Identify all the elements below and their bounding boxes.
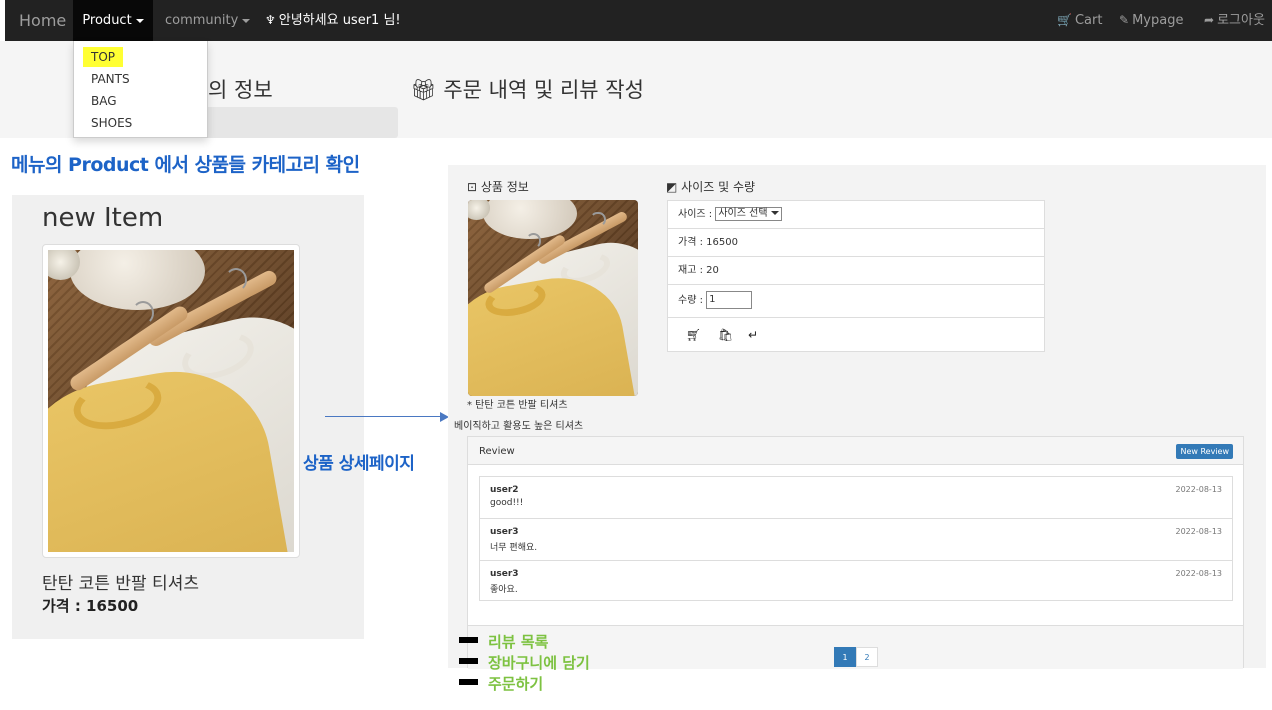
review-user: user2 xyxy=(490,485,519,495)
review-user: user3 xyxy=(490,527,519,537)
page-button-1[interactable]: 1 xyxy=(834,647,856,667)
review-date: 2022-08-13 xyxy=(1175,485,1223,494)
package-icon: ⊡ xyxy=(467,180,481,194)
nav-cart-link[interactable]: 🛒 Cart xyxy=(1057,0,1102,41)
leaf-icon: ♆ xyxy=(265,13,276,27)
nav-greeting: ♆ 안녕하세요 user1 님! xyxy=(265,0,401,41)
product-detail-page: ⊡ 상품 정보 ◩ 사이즈 및 수량 * 탄탄 코튼 반팔 티셔츠 베이직하고 … xyxy=(448,165,1266,669)
card-section-title: new Item xyxy=(42,203,164,233)
action-row: 🛒︎ 🛍︎ ↵ xyxy=(668,318,1044,352)
detail-product-desc: 베이직하고 활용도 높은 티셔츠 xyxy=(454,421,584,432)
review-date: 2022-08-13 xyxy=(1175,569,1223,578)
legend-marker xyxy=(459,637,478,643)
size-label: 사이즈 : xyxy=(678,209,713,220)
size-select-value: 사이즈 선택 xyxy=(718,208,768,219)
annotation-menu-note: 메뉴의 Product 에서 상품들 카테고리 확인 xyxy=(11,154,360,176)
legend-marker xyxy=(459,679,478,685)
nav-greeting-text: 안녕하세요 user1 님! xyxy=(278,13,401,28)
review-item: user3 좋아요. 2022-08-13 xyxy=(480,561,1232,603)
page-heading-orders: 🎁︎ 주문 내역 및 리뷰 작성 xyxy=(410,74,644,104)
chevron-down-icon xyxy=(770,211,779,215)
section-title-size-text: 사이즈 및 수량 xyxy=(681,180,756,194)
dropdown-item-pants[interactable]: PANTS xyxy=(91,72,130,86)
new-review-button[interactable]: New Review xyxy=(1176,444,1233,459)
legend-label: 주문하기 xyxy=(488,675,544,693)
dropdown-item-shoes[interactable]: SHOES xyxy=(91,116,132,130)
shopping-bag-icon[interactable]: 🛍︎ xyxy=(718,328,733,342)
nav-logout-link[interactable]: ➦ 로그아웃 xyxy=(1204,0,1265,41)
dropdown-item-top[interactable]: TOP xyxy=(83,47,124,67)
quantity-row: 수량 : 1 xyxy=(668,285,1044,318)
review-panel: Review New Review user2 good!!! 2022-08-… xyxy=(467,436,1244,669)
nav-community-label: community xyxy=(165,13,239,28)
product-card[interactable]: new Item 탄탄 코튼 반팔 티셔츠 가격 : 16500 xyxy=(12,195,364,639)
product-dropdown-menu: TOP PANTS BAG SHOES xyxy=(73,41,208,138)
review-panel-header: Review New Review xyxy=(468,437,1243,465)
section-title-size: ◩ 사이즈 및 수량 xyxy=(666,178,755,195)
size-row: 사이즈 : 사이즈 선택 xyxy=(668,201,1044,229)
arrow-line xyxy=(325,416,443,417)
review-list: user2 good!!! 2022-08-13 user3 너무 편해요. 2… xyxy=(479,476,1233,601)
section-title-info: ⊡ 상품 정보 xyxy=(467,178,529,195)
nav-logout-label: 로그아웃 xyxy=(1217,13,1265,28)
nav-product-label: Product xyxy=(82,13,132,28)
legend-label: 장바구니에 담기 xyxy=(488,654,590,672)
detail-product-name: * 탄탄 코튼 반팔 티셔츠 xyxy=(467,400,568,411)
quantity-input[interactable]: 1 xyxy=(706,291,753,309)
stock-row: 재고 : 20 xyxy=(668,257,1044,285)
navbar: Home Product community ♆ 안녕하세요 user1 님! 🛒… xyxy=(5,0,1272,41)
nav-community-dropdown[interactable]: community xyxy=(165,0,251,41)
legend-label: 리뷰 목록 xyxy=(488,633,549,651)
nav-mypage-link[interactable]: ✎ Mypage xyxy=(1119,0,1183,41)
price-row: 가격 : 16500 xyxy=(668,229,1044,257)
product-thumbnail[interactable] xyxy=(42,244,300,558)
dropdown-item-bag[interactable]: BAG xyxy=(91,94,117,108)
edit-icon: ✎ xyxy=(1119,13,1130,27)
chevron-down-icon xyxy=(242,18,251,23)
nav-cart-label: Cart xyxy=(1074,13,1103,28)
option-table: 사이즈 : 사이즈 선택 가격 : 16500 재고 : 20 수량 : 1 🛒… xyxy=(667,200,1045,352)
detail-product-photo xyxy=(468,200,638,396)
cart-icon[interactable]: 🛒︎ xyxy=(686,328,701,342)
page-button-2[interactable]: 2 xyxy=(856,647,878,667)
review-text: 너무 편해요. xyxy=(490,543,538,553)
nav-home-link[interactable]: Home xyxy=(19,0,66,41)
product-photo xyxy=(48,250,294,552)
logout-icon: ➦ xyxy=(1204,13,1215,27)
review-item: user3 너무 편해요. 2022-08-13 xyxy=(480,519,1232,561)
legend-marker xyxy=(459,658,478,664)
review-text: 좋아요. xyxy=(490,585,518,595)
review-date: 2022-08-13 xyxy=(1175,527,1223,536)
annotation-detail-note: 상품 상세페이지 xyxy=(303,454,415,474)
product-name[interactable]: 탄탄 코튼 반팔 티셔츠 xyxy=(42,569,199,594)
cart-icon: 🛒 xyxy=(1057,13,1072,27)
review-user: user3 xyxy=(490,569,519,579)
review-item: user2 good!!! 2022-08-13 xyxy=(480,477,1232,519)
return-icon[interactable]: ↵ xyxy=(748,328,758,342)
nav-mypage-label: Mypage xyxy=(1132,13,1184,28)
section-title-info-text: 상품 정보 xyxy=(480,180,529,194)
review-header-label: Review xyxy=(479,446,515,457)
nav-product-dropdown[interactable]: Product xyxy=(73,0,153,41)
size-select[interactable]: 사이즈 선택 xyxy=(715,207,782,221)
gift-icon: 🎁︎ xyxy=(410,78,444,102)
resize-icon: ◩ xyxy=(666,180,682,194)
quantity-label: 수량 : xyxy=(678,295,703,306)
product-price: 가격 : 16500 xyxy=(42,597,139,615)
page-heading-info: 의 정보 xyxy=(208,78,273,102)
page-heading-orders-text: 주문 내역 및 리뷰 작성 xyxy=(443,78,644,102)
chevron-down-icon xyxy=(135,18,144,23)
review-text: good!!! xyxy=(490,498,524,508)
